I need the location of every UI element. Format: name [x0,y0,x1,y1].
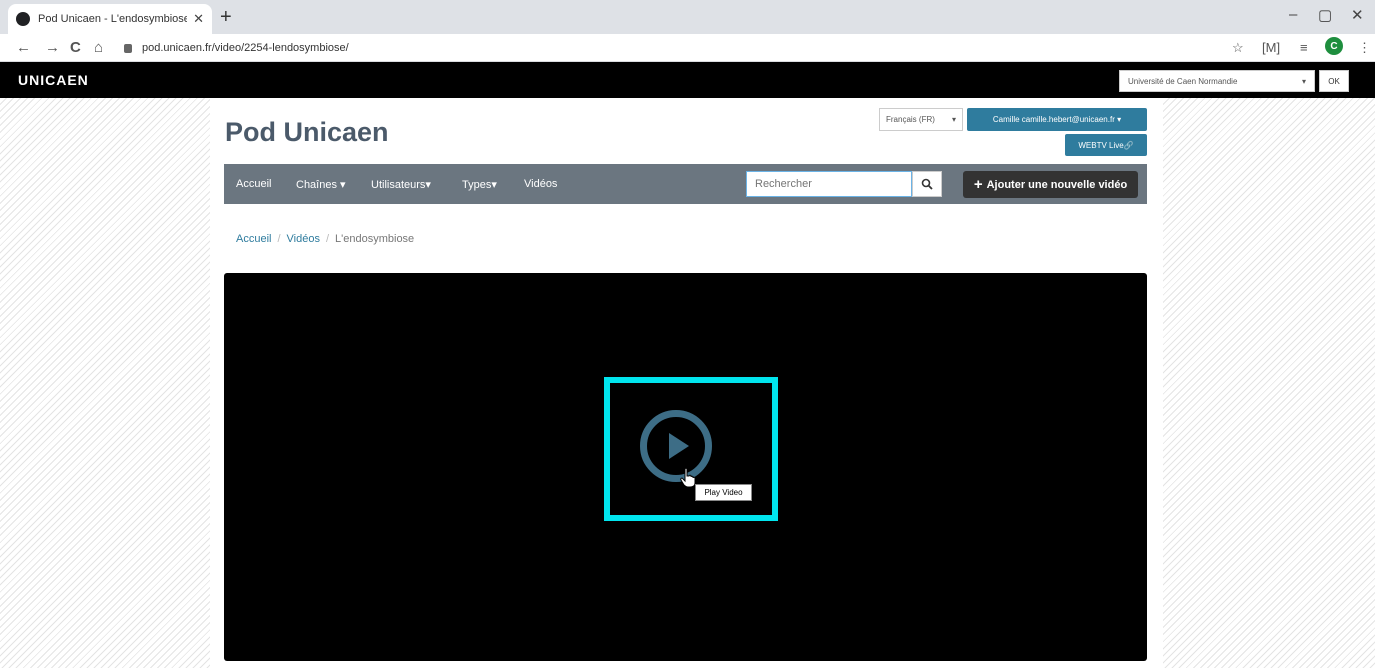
play-button[interactable] [640,410,712,482]
browser-tab[interactable]: Pod Unicaen - L'endosymbiose ✕ [8,4,212,34]
right-background [1163,98,1375,668]
chevron-down-icon: ▾ [1301,76,1306,86]
play-icon [669,433,689,459]
play-video-tooltip: Play Video [695,484,752,501]
search-input[interactable] [746,171,912,197]
forward-icon[interactable]: → [45,38,60,58]
breadcrumb-home[interactable]: Accueil [236,233,271,245]
minimize-icon[interactable]: – [1289,6,1297,23]
unicaen-logo: UNICAEN [18,72,89,88]
restore-icon[interactable]: ▢ [1318,6,1332,24]
menu-icon[interactable]: ⋮ [1358,39,1371,57]
tab-close-icon[interactable]: ✕ [193,11,204,27]
webtv-live-button[interactable]: WEBTV Live🔗 [1065,134,1147,156]
chevron-down-icon: ▾ [951,115,956,124]
reload-icon[interactable]: C [70,38,81,58]
add-video-label: Ajouter une nouvelle vidéo [986,178,1128,191]
language-select-value: Français (FR) [886,115,935,124]
add-video-button[interactable]: + Ajouter une nouvelle vidéo [963,171,1138,198]
breadcrumb-separator: / [325,233,330,245]
url-text: pod.unicaen.fr/video/2254-lendosymbiose/ [142,42,349,54]
user-menu-button[interactable]: Camille camille.hebert@unicaen.fr ▾ [967,108,1147,131]
profile-avatar[interactable]: C [1325,37,1343,55]
language-select[interactable]: Français (FR) ▾ [879,108,963,131]
nav-item-types[interactable]: Types▾ [462,178,497,191]
star-icon[interactable]: ☆ [1232,39,1244,57]
back-icon[interactable]: ← [16,38,31,58]
site-title[interactable]: Pod Unicaen [225,117,389,148]
university-select-value: Université de Caen Normandie [1128,76,1238,86]
university-select[interactable]: Université de Caen Normandie ▾ [1119,70,1315,92]
hand-cursor-icon [680,468,696,488]
search-icon [921,178,933,190]
breadcrumb: Accueil / Vidéos / L'endosymbiose [236,233,414,245]
home-icon[interactable]: ⌂ [94,38,103,58]
favicon-icon [16,12,30,26]
breadcrumb-current: L'endosymbiose [335,233,415,245]
new-tab-button[interactable]: + [220,6,232,28]
plus-icon: + [973,176,983,193]
nav-item-home[interactable]: Accueil [236,178,271,190]
nav-item-users[interactable]: Utilisateurs▾ [371,178,431,191]
window-close-icon[interactable]: ✕ [1351,6,1364,24]
breadcrumb-separator: / [277,233,281,245]
tab-title: Pod Unicaen - L'endosymbiose [38,13,188,25]
breadcrumb-videos[interactable]: Vidéos [287,233,320,245]
address-bar: ← → C ⌂ pod.unicaen.fr/video/2254-lendos… [0,34,1375,62]
lock-icon [124,43,132,53]
ok-button[interactable]: OK [1319,70,1349,92]
search-button[interactable] [912,171,942,197]
extension-icon[interactable]: [M] [1262,39,1280,57]
nav-item-channels[interactable]: Chaînes ▾ [296,178,346,191]
nav-item-videos[interactable]: Vidéos [524,178,557,190]
browser-tab-bar: Pod Unicaen - L'endosymbiose ✕ + – ▢ ✕ [0,0,1375,34]
reading-list-icon[interactable]: ≡ [1300,39,1308,57]
url-field[interactable]: pod.unicaen.fr/video/2254-lendosymbiose/ [124,42,349,54]
left-background [0,98,210,668]
